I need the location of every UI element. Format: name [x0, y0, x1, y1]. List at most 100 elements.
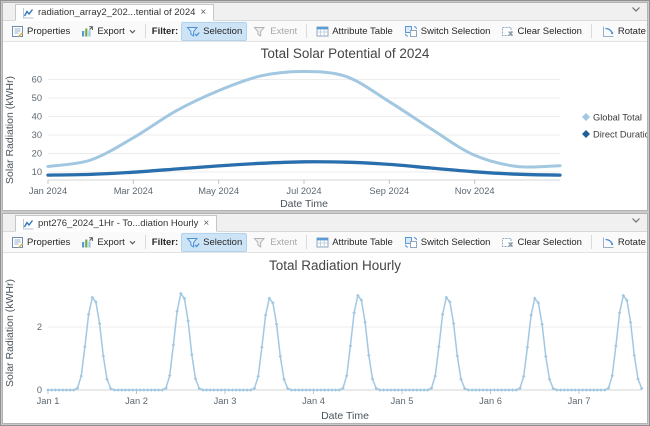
legend-item-label: Direct Duration: [593, 130, 647, 140]
y-tick-label: 60: [32, 75, 42, 85]
attribute-table-button-label: Attribute Table: [332, 237, 393, 248]
solar-potential-chart[interactable]: 102030405060Jan 2024Mar 2024May 2024Jul …: [3, 42, 647, 211]
switch-selection-button[interactable]: Switch Selection: [399, 22, 496, 41]
toolbar-separator: [145, 235, 146, 249]
clear-selection-button-label: Clear Selection: [517, 237, 581, 248]
rotate-chart-button[interactable]: Rotate Chart: [596, 22, 648, 41]
switch-selection-button-label: Switch Selection: [421, 237, 491, 248]
attribute-table-icon: [316, 236, 329, 249]
panel-radiation-hourly: pnt276_2024_1Hr - To...diation Hourly × …: [2, 213, 648, 424]
clear-selection-icon: [501, 236, 514, 249]
selection-funnel-icon: [186, 25, 200, 38]
switch-selection-button-label: Switch Selection: [421, 26, 491, 37]
properties-button-label: Properties: [27, 26, 70, 37]
tabbar: radiation_array2_202...tential of 2024 ×: [3, 3, 647, 21]
toolbar-separator: [591, 24, 592, 38]
clear-selection-icon: [501, 25, 514, 38]
hourly-series-line[interactable]: [48, 294, 642, 390]
x-axis-label: Date Time: [280, 198, 328, 210]
y-axis-label: Solar Radiation (kWHr): [4, 76, 16, 184]
clear-selection-button-label: Clear Selection: [517, 26, 581, 37]
legend-item-label: Global Total: [593, 113, 642, 123]
filter-label: Filter:: [150, 26, 180, 37]
filter-label: Filter:: [150, 237, 180, 248]
x-tick-label: Jan 1: [37, 396, 60, 406]
attribute-table-button-label: Attribute Table: [332, 26, 393, 37]
export-button[interactable]: Export: [76, 22, 140, 41]
x-tick-label: Jan 3: [214, 396, 237, 406]
rotate-chart-icon: [601, 236, 615, 249]
chart-view-window: radiation_array2_202...tential of 2024 ×…: [0, 0, 650, 426]
rotate-chart-icon: [601, 25, 615, 38]
filter-selection-button[interactable]: Selection: [181, 233, 247, 252]
export-button-label: Export: [97, 237, 124, 248]
toolbar-separator: [306, 235, 307, 249]
x-tick-label: Nov 2024: [455, 186, 495, 196]
filter-extent-button-label: Extent: [270, 26, 297, 37]
export-icon: [81, 25, 94, 38]
extent-funnel-icon: [253, 25, 267, 38]
hourly-series-markers: [46, 292, 643, 392]
filter-selection-button[interactable]: Selection: [181, 22, 247, 41]
tab-solar-potential[interactable]: radiation_array2_202...tential of 2024 ×: [15, 4, 214, 21]
close-icon[interactable]: ×: [199, 8, 207, 18]
line-chart-icon: [22, 218, 34, 230]
chevron-down-icon[interactable]: [631, 6, 641, 13]
attribute-table-button[interactable]: Attribute Table: [311, 233, 398, 252]
legend-marker-icon: [582, 113, 590, 121]
series-global-total-line[interactable]: [48, 71, 560, 167]
tab-radiation-hourly[interactable]: pnt276_2024_1Hr - To...diation Hourly ×: [15, 215, 217, 232]
radiation-hourly-chart[interactable]: 02Jan 1Jan 2Jan 3Jan 4Jan 5Jan 6Jan 7Tot…: [3, 253, 647, 424]
chevron-down-icon[interactable]: [631, 217, 641, 224]
caret-down-icon: [129, 240, 136, 245]
chart-region: 102030405060Jan 2024Mar 2024May 2024Jul …: [3, 42, 647, 211]
toolbar-separator: [145, 24, 146, 38]
x-tick-label: Jan 6: [479, 396, 502, 406]
x-tick-label: May 2024: [198, 186, 239, 196]
switch-selection-icon: [404, 236, 418, 249]
properties-button[interactable]: Properties: [6, 22, 75, 41]
selection-funnel-icon: [186, 236, 200, 249]
export-icon: [81, 236, 94, 249]
tab-title: pnt276_2024_1Hr - To...diation Hourly: [38, 218, 198, 229]
switch-selection-icon: [404, 25, 418, 38]
chart-title: Total Solar Potential of 2024: [261, 46, 430, 61]
y-tick-label: 50: [32, 93, 42, 103]
x-tick-label: Jan 2024: [29, 186, 67, 196]
x-tick-label: Mar 2024: [114, 186, 153, 196]
close-icon[interactable]: ×: [202, 219, 210, 229]
properties-button[interactable]: Properties: [6, 233, 75, 252]
filter-extent-button-label: Extent: [270, 237, 297, 248]
attribute-table-button[interactable]: Attribute Table: [311, 22, 398, 41]
filter-extent-button: Extent: [248, 22, 302, 41]
chart-toolbar: Properties Export Filter: Selection Extent At…: [3, 21, 647, 42]
y-tick-label: 30: [32, 130, 42, 140]
export-button-label: Export: [97, 26, 124, 37]
clear-selection-button[interactable]: Clear Selection: [496, 22, 586, 41]
caret-down-icon: [129, 29, 136, 34]
chart-region: 02Jan 1Jan 2Jan 3Jan 4Jan 5Jan 6Jan 7Tot…: [3, 253, 647, 424]
y-tick-label: 0: [37, 385, 42, 395]
filter-selection-button-label: Selection: [203, 26, 242, 37]
x-tick-label: Jan 2: [125, 396, 148, 406]
properties-icon: [11, 25, 24, 38]
y-axis-label: Solar Radiation (kWHr): [4, 279, 16, 387]
x-axis-label: Date Time: [321, 410, 369, 422]
toolbar-separator: [306, 24, 307, 38]
rotate-chart-button[interactable]: Rotate Chart: [596, 233, 648, 252]
clear-selection-button[interactable]: Clear Selection: [496, 233, 586, 252]
tabbar: pnt276_2024_1Hr - To...diation Hourly ×: [3, 214, 647, 232]
y-tick-label: 10: [32, 167, 42, 177]
export-button[interactable]: Export: [76, 233, 140, 252]
rotate-chart-button-label: Rotate Chart: [618, 26, 648, 37]
y-tick-label: 2: [37, 322, 42, 332]
x-tick-label: Jul 2024: [286, 186, 321, 196]
chart-title: Total Radiation Hourly: [269, 258, 401, 273]
switch-selection-button[interactable]: Switch Selection: [399, 233, 496, 252]
x-tick-label: Sep 2024: [369, 186, 409, 196]
x-tick-label: Jan 5: [391, 396, 414, 406]
rotate-chart-button-label: Rotate Chart: [618, 237, 648, 248]
tab-title: radiation_array2_202...tential of 2024: [38, 7, 195, 18]
series-direct-duration-line[interactable]: [48, 162, 560, 175]
toolbar-separator: [591, 235, 592, 249]
